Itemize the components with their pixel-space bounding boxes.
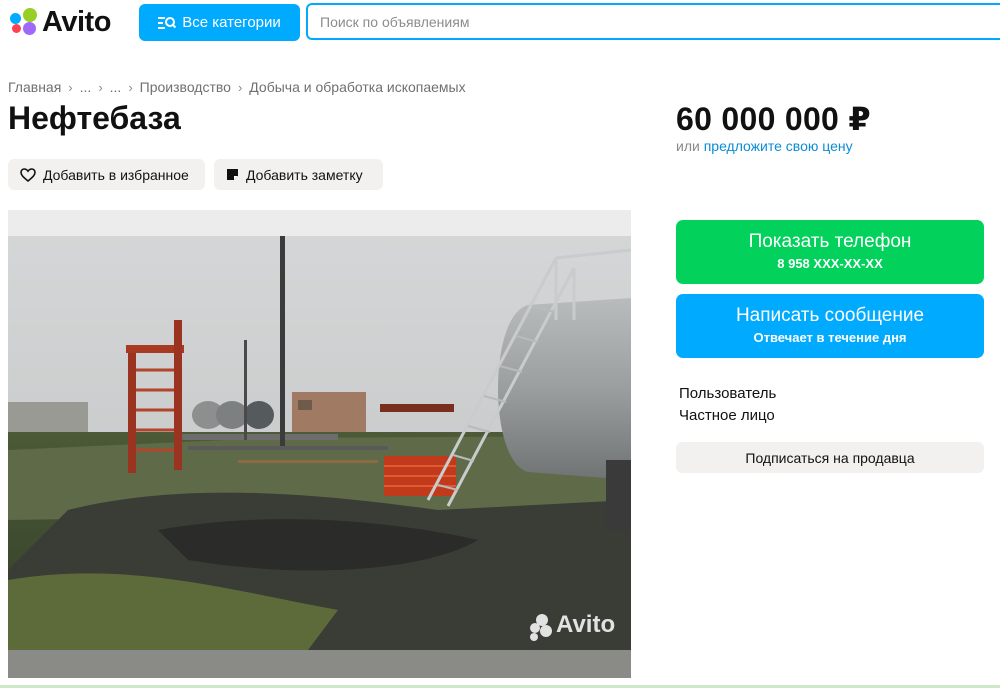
write-message-label: Написать сообщение bbox=[735, 305, 925, 326]
chevron-right-icon: › bbox=[98, 79, 103, 95]
note-icon bbox=[227, 169, 238, 180]
breadcrumb-home[interactable]: Главная bbox=[8, 79, 61, 95]
seller-name[interactable]: Пользователь bbox=[679, 385, 776, 402]
chevron-right-icon: › bbox=[128, 79, 133, 95]
add-to-favorites-button[interactable]: Добавить в избранное bbox=[8, 159, 205, 190]
response-time: Отвечает в течение дня bbox=[753, 330, 907, 345]
price-offer: или предложите свою цену bbox=[676, 138, 853, 154]
seller-type: Частное лицо bbox=[679, 407, 775, 424]
breadcrumb-production[interactable]: Производство bbox=[140, 79, 231, 95]
chevron-right-icon: › bbox=[237, 79, 243, 95]
price: 60 000 000 ₽ bbox=[676, 101, 871, 137]
price-offer-prefix: или bbox=[676, 138, 700, 154]
all-categories-label: Все категории bbox=[182, 14, 281, 31]
breadcrumb-level-2[interactable]: ... bbox=[80, 79, 92, 95]
heart-icon bbox=[20, 167, 36, 182]
write-message-button[interactable]: Написать сообщение Отвечает в течение дн… bbox=[676, 294, 984, 358]
show-phone-label: Показать телефон bbox=[748, 231, 912, 252]
show-phone-button[interactable]: Показать телефон 8 958 XXX-XX-XX bbox=[676, 220, 984, 284]
page-title: Нефтебаза bbox=[8, 100, 181, 136]
menu-search-icon bbox=[158, 16, 177, 29]
search-input[interactable] bbox=[318, 12, 1000, 31]
subscribe-seller-button[interactable]: Подписаться на продавца bbox=[676, 442, 984, 473]
offer-price-link[interactable]: предложите свою цену bbox=[704, 138, 853, 154]
avito-logo[interactable]: Avito bbox=[8, 5, 111, 39]
logo-text: Avito bbox=[42, 5, 111, 38]
photo-watermark: Avito bbox=[556, 611, 616, 638]
all-categories-button[interactable]: Все категории bbox=[139, 4, 300, 41]
search-box[interactable] bbox=[306, 3, 1000, 40]
masked-phone: 8 958 XXX-XX-XX bbox=[777, 256, 883, 271]
chevron-right-icon: › bbox=[68, 79, 73, 95]
add-note-button[interactable]: Добавить заметку bbox=[214, 159, 383, 190]
add-note-label: Добавить заметку bbox=[246, 166, 363, 183]
add-to-favorites-label: Добавить в избранное bbox=[43, 166, 189, 183]
breadcrumb: Главная › ... › ... › Производство › Доб… bbox=[8, 79, 466, 95]
breadcrumb-level-3[interactable]: ... bbox=[110, 79, 122, 95]
avito-logo-icon bbox=[8, 7, 40, 37]
listing-photo[interactable]: Avito bbox=[8, 210, 631, 678]
breadcrumb-mining[interactable]: Добыча и обработка ископаемых bbox=[249, 79, 465, 95]
subscribe-seller-label: Подписаться на продавца bbox=[745, 449, 915, 466]
